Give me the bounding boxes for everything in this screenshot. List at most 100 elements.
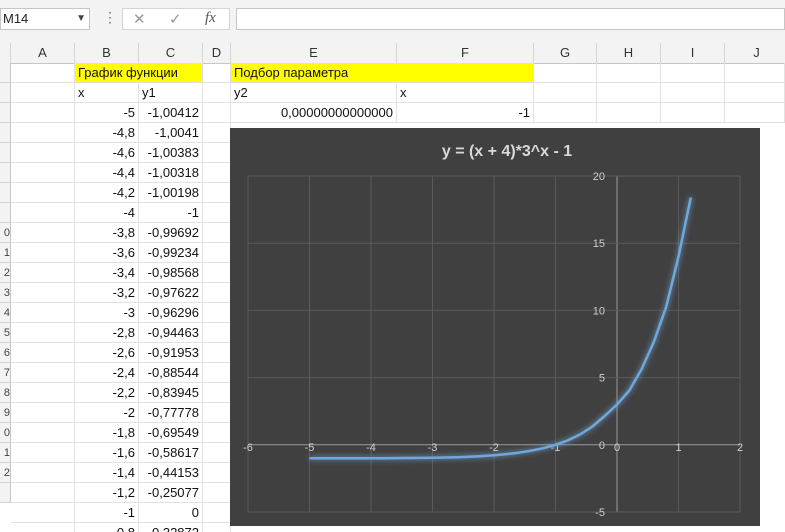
insert-function-icon[interactable]: fx (205, 10, 216, 27)
cell-x-value[interactable]: -1,2 (75, 483, 139, 503)
row-header[interactable] (0, 203, 11, 223)
column-header[interactable]: B (75, 43, 139, 63)
row-header[interactable]: 4 (0, 303, 11, 323)
row-header[interactable]: 2 (0, 463, 11, 483)
row-header[interactable] (0, 63, 11, 83)
chevron-down-icon[interactable]: ▼ (76, 9, 86, 29)
cell-x-value[interactable]: -5 (75, 103, 139, 123)
cell-x-value[interactable]: -4,4 (75, 163, 139, 183)
cell-c2[interactable]: y1 (139, 83, 203, 103)
cell[interactable] (203, 303, 231, 323)
cell-x-value[interactable]: -3,8 (75, 223, 139, 243)
cell-y1-value[interactable]: -0,99234 (139, 243, 203, 263)
cell[interactable] (11, 203, 75, 223)
cell[interactable] (203, 183, 231, 203)
cell-x-value[interactable]: -1 (75, 503, 139, 523)
cell-x-value[interactable]: -4 (75, 203, 139, 223)
cell[interactable] (203, 63, 231, 83)
cell[interactable] (11, 123, 75, 143)
cell-y1-value[interactable]: 0,32872 (139, 523, 203, 532)
column-header[interactable]: J (725, 43, 785, 63)
cell-b2[interactable]: x (75, 83, 139, 103)
cell-y1-value[interactable]: -1 (139, 203, 203, 223)
row-header[interactable]: 9 (0, 403, 11, 423)
cell-y1-value[interactable]: -0,25077 (139, 483, 203, 503)
row-header[interactable]: 2 (0, 263, 11, 283)
cell[interactable] (11, 263, 75, 283)
cell[interactable] (11, 443, 75, 463)
cell[interactable] (11, 523, 75, 532)
cell[interactable] (203, 503, 231, 523)
cell[interactable] (11, 223, 75, 243)
cell-x-value[interactable]: -1,6 (75, 443, 139, 463)
cell[interactable] (597, 63, 661, 83)
cell-y1-value[interactable]: -0,91953 (139, 343, 203, 363)
row-header[interactable]: 6 (0, 343, 11, 363)
cell-y1-value[interactable]: -0,58617 (139, 443, 203, 463)
cell[interactable] (661, 103, 725, 123)
cell[interactable] (203, 363, 231, 383)
cell[interactable] (725, 83, 785, 103)
cell-y1-value[interactable]: -0,77778 (139, 403, 203, 423)
cell-y1-value[interactable]: -0,94463 (139, 323, 203, 343)
row-header[interactable] (0, 483, 11, 503)
cell[interactable] (661, 83, 725, 103)
cell[interactable] (11, 163, 75, 183)
cell-y1-value[interactable]: -1,00383 (139, 143, 203, 163)
cell[interactable] (597, 83, 661, 103)
cell-e3[interactable]: 0,00000000000000 (231, 103, 397, 123)
cell-e2[interactable]: y2 (231, 83, 397, 103)
cell-b1-header[interactable]: График функции (75, 63, 203, 83)
enter-icon[interactable]: ✓ (169, 10, 182, 28)
cell[interactable] (11, 503, 75, 523)
cell-x-value[interactable]: -3,6 (75, 243, 139, 263)
cell[interactable] (11, 463, 75, 483)
cell-x-value[interactable]: -4,6 (75, 143, 139, 163)
cell-y1-value[interactable]: -0,99692 (139, 223, 203, 243)
cell[interactable] (597, 103, 661, 123)
cell-y1-value[interactable]: -1,00412 (139, 103, 203, 123)
name-box[interactable]: M14 ▼ (0, 8, 90, 30)
column-header[interactable]: F (397, 43, 534, 63)
cell[interactable] (11, 403, 75, 423)
cell[interactable] (203, 163, 231, 183)
cell[interactable] (11, 423, 75, 443)
cell[interactable] (203, 123, 231, 143)
cell-y1-value[interactable]: -0,97622 (139, 283, 203, 303)
cell[interactable] (203, 483, 231, 503)
cell-y1-value[interactable]: -1,00318 (139, 163, 203, 183)
column-header[interactable]: I (661, 43, 725, 63)
cell-y1-value[interactable]: -0,69549 (139, 423, 203, 443)
cell-e1-header[interactable]: Подбор параметра (231, 63, 534, 83)
cell-x-value[interactable]: -4,8 (75, 123, 139, 143)
cell[interactable] (661, 63, 725, 83)
cell[interactable] (203, 323, 231, 343)
formula-input[interactable] (236, 8, 785, 30)
cell[interactable] (203, 143, 231, 163)
cell[interactable] (203, 263, 231, 283)
cell[interactable] (11, 323, 75, 343)
cell-x-value[interactable]: -1,8 (75, 423, 139, 443)
cancel-icon[interactable]: ✕ (133, 10, 146, 28)
cell[interactable] (203, 243, 231, 263)
cell-x-value[interactable]: -2,2 (75, 383, 139, 403)
cell-x-value[interactable]: -0,8 (75, 523, 139, 532)
cell[interactable] (725, 103, 785, 123)
cell[interactable] (11, 343, 75, 363)
column-header[interactable]: A (11, 43, 75, 63)
cell[interactable] (534, 103, 597, 123)
cell[interactable] (203, 403, 231, 423)
cell-y1-value[interactable]: -0,88544 (139, 363, 203, 383)
column-header[interactable]: C (139, 43, 203, 63)
cell[interactable] (11, 83, 75, 103)
row-header[interactable]: 1 (0, 443, 11, 463)
column-header[interactable]: G (534, 43, 597, 63)
cell-y1-value[interactable]: 0 (139, 503, 203, 523)
column-header[interactable]: E (231, 43, 397, 63)
cell[interactable] (203, 463, 231, 483)
cell[interactable] (11, 483, 75, 503)
cell[interactable] (203, 283, 231, 303)
cell[interactable] (534, 83, 597, 103)
row-header[interactable] (0, 163, 11, 183)
cell-y1-value[interactable]: -1,00198 (139, 183, 203, 203)
